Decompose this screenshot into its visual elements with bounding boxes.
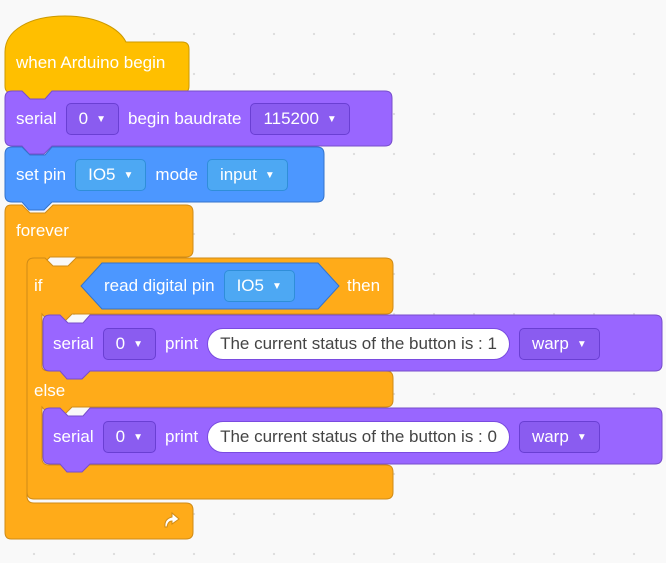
hat-label: when Arduino begin bbox=[16, 53, 166, 72]
print-label: print bbox=[165, 427, 199, 446]
baudrate-value: 115200 bbox=[263, 109, 319, 128]
print-mode-value: warp bbox=[531, 334, 569, 353]
mode-value: input bbox=[219, 165, 257, 184]
read-digital-pin-label: read digital pin bbox=[104, 276, 215, 295]
set-pin-label: set pin bbox=[16, 165, 67, 184]
serial-port-dropdown[interactable]: 0 ▼ bbox=[65, 103, 119, 135]
chevron-down-icon: ▼ bbox=[576, 338, 587, 350]
chevron-down-icon: ▼ bbox=[264, 169, 275, 181]
else-label: else bbox=[34, 381, 66, 400]
forever-block[interactable]: forever bbox=[16, 220, 78, 242]
mode-label: mode bbox=[155, 165, 198, 184]
read-pin-dropdown[interactable]: IO5 ▼ bbox=[223, 270, 295, 302]
print-text-input[interactable]: The current status of the button is : 1 bbox=[207, 328, 510, 360]
print-mode-dropdown[interactable]: warp ▼ bbox=[518, 328, 600, 360]
chevron-down-icon: ▼ bbox=[271, 280, 282, 292]
chevron-down-icon: ▼ bbox=[576, 431, 587, 443]
serial-port-dropdown[interactable]: 0 ▼ bbox=[102, 328, 156, 360]
serial-port-value: 0 bbox=[115, 427, 126, 446]
print-block-1[interactable]: serial 0 ▼ print The current status of t… bbox=[53, 327, 609, 361]
if-label-row[interactable]: if bbox=[34, 275, 52, 297]
serial-label: serial bbox=[53, 334, 94, 353]
chevron-down-icon: ▼ bbox=[326, 113, 337, 125]
read-pin-value: IO5 bbox=[236, 276, 264, 295]
print-label: print bbox=[165, 334, 199, 353]
chevron-down-icon: ▼ bbox=[123, 169, 134, 181]
forever-label: forever bbox=[16, 221, 69, 240]
print-text-input[interactable]: The current status of the button is : 0 bbox=[207, 421, 510, 453]
print-mode-dropdown[interactable]: warp ▼ bbox=[518, 421, 600, 453]
if-label: if bbox=[34, 276, 43, 295]
chevron-down-icon: ▼ bbox=[133, 338, 143, 350]
block-shapes bbox=[4, 15, 663, 540]
print-mode-value: warp bbox=[531, 427, 569, 446]
loop-arrow-icon bbox=[164, 511, 180, 528]
serial-port-dropdown[interactable]: 0 ▼ bbox=[102, 421, 156, 453]
else-label-row: else bbox=[34, 380, 74, 402]
serial-label: serial bbox=[53, 427, 94, 446]
chevron-down-icon: ▼ bbox=[96, 113, 106, 125]
print-block-2[interactable]: serial 0 ▼ print The current status of t… bbox=[53, 420, 609, 454]
serial-port-value: 0 bbox=[78, 109, 89, 128]
baudrate-dropdown[interactable]: 115200 ▼ bbox=[250, 103, 350, 135]
pin-value: IO5 bbox=[88, 165, 116, 184]
chevron-down-icon: ▼ bbox=[133, 431, 143, 443]
pin-dropdown[interactable]: IO5 ▼ bbox=[75, 159, 147, 191]
serial-port-value: 0 bbox=[115, 334, 126, 353]
mode-dropdown[interactable]: input ▼ bbox=[206, 159, 288, 191]
serial-label: serial bbox=[16, 109, 57, 128]
begin-baudrate-label: begin baudrate bbox=[128, 109, 242, 128]
serial-begin-block[interactable]: serial 0 ▼ begin baudrate 115200 ▼ bbox=[16, 102, 359, 136]
read-digital-pin-reporter[interactable]: read digital pin IO5 ▼ bbox=[104, 270, 304, 302]
then-label-row: then bbox=[347, 275, 389, 297]
then-label: then bbox=[347, 276, 381, 295]
hat-block[interactable]: when Arduino begin bbox=[16, 51, 174, 75]
set-pin-block[interactable]: set pin IO5 ▼ mode input ▼ bbox=[16, 158, 297, 192]
